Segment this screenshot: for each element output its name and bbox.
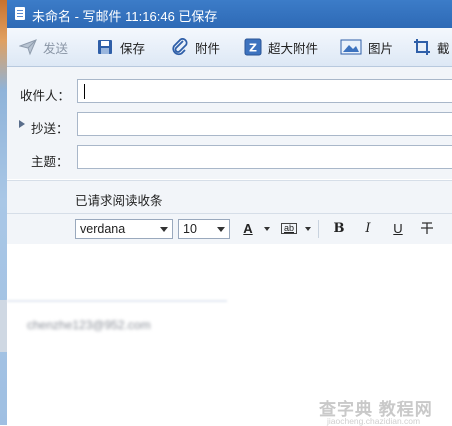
message-body-editor[interactable]: chenzhe123@952.com 查字典 教程网 jiaocheng.cha… (7, 244, 452, 426)
compose-window: 未命名 - 写邮件 11:16:46 已保存 发送 保存 附件 Z 超大附件 图… (7, 0, 452, 426)
attach-button[interactable]: 附件 (171, 37, 220, 57)
save-icon (96, 38, 114, 56)
highlight-button[interactable]: ab (281, 223, 297, 234)
strikethrough-button[interactable] (418, 221, 436, 238)
underline-button[interactable]: U (389, 221, 407, 236)
send-icon (18, 38, 37, 56)
compose-toolbar: 发送 保存 附件 Z 超大附件 图片 截 (7, 28, 452, 67)
title-bar: 未命名 - 写邮件 11:16:46 已保存 (7, 0, 452, 28)
cc-field[interactable] (77, 112, 452, 136)
paperclip-icon (171, 38, 189, 56)
large-attachment-icon: Z (244, 38, 262, 56)
to-field[interactable] (77, 79, 452, 103)
italic-button[interactable]: I (359, 221, 377, 236)
read-receipt-label[interactable]: 已请求阅读收条 (75, 190, 163, 209)
blurred-signature-text: chenzhe123@952.com (27, 318, 151, 332)
screenshot-button[interactable]: 截 (413, 37, 450, 57)
highlight-dropdown-icon[interactable] (305, 227, 311, 231)
send-button[interactable]: 发送 (18, 37, 68, 57)
image-button[interactable]: 图片 (340, 37, 393, 57)
chevron-down-icon (217, 227, 225, 232)
font-color-dropdown-icon[interactable] (264, 227, 270, 231)
text-cursor (84, 84, 85, 99)
cc-label: 抄送： (31, 122, 69, 136)
chevron-down-icon (160, 227, 168, 232)
svg-text:Z: Z (249, 42, 257, 55)
desktop-background-strip (0, 0, 7, 425)
window-title: 未命名 - 写邮件 11:16:46 已保存 (32, 9, 218, 24)
format-toolbar: verdana 10 A ab B I U (7, 213, 452, 245)
read-receipt-bar: 已请求阅读收条 (7, 180, 452, 213)
toolbar-divider (318, 220, 319, 238)
save-button[interactable]: 保存 (96, 37, 145, 57)
cc-expand-arrow[interactable] (19, 120, 25, 128)
bold-button[interactable]: B (330, 221, 348, 236)
screenshot-icon (413, 38, 431, 56)
image-icon (340, 38, 362, 56)
subject-field[interactable] (77, 145, 452, 169)
document-icon (15, 7, 25, 20)
subject-label: 主题： (31, 155, 69, 169)
to-label: 收件人： (20, 89, 71, 103)
font-size-select[interactable]: 10 (178, 219, 230, 239)
font-family-select[interactable]: verdana (75, 219, 173, 239)
font-color-button[interactable]: A (239, 221, 257, 236)
compose-header-form: 收件人： 抄送： 主题： (7, 67, 452, 179)
large-attachment-button[interactable]: Z 超大附件 (244, 37, 318, 57)
